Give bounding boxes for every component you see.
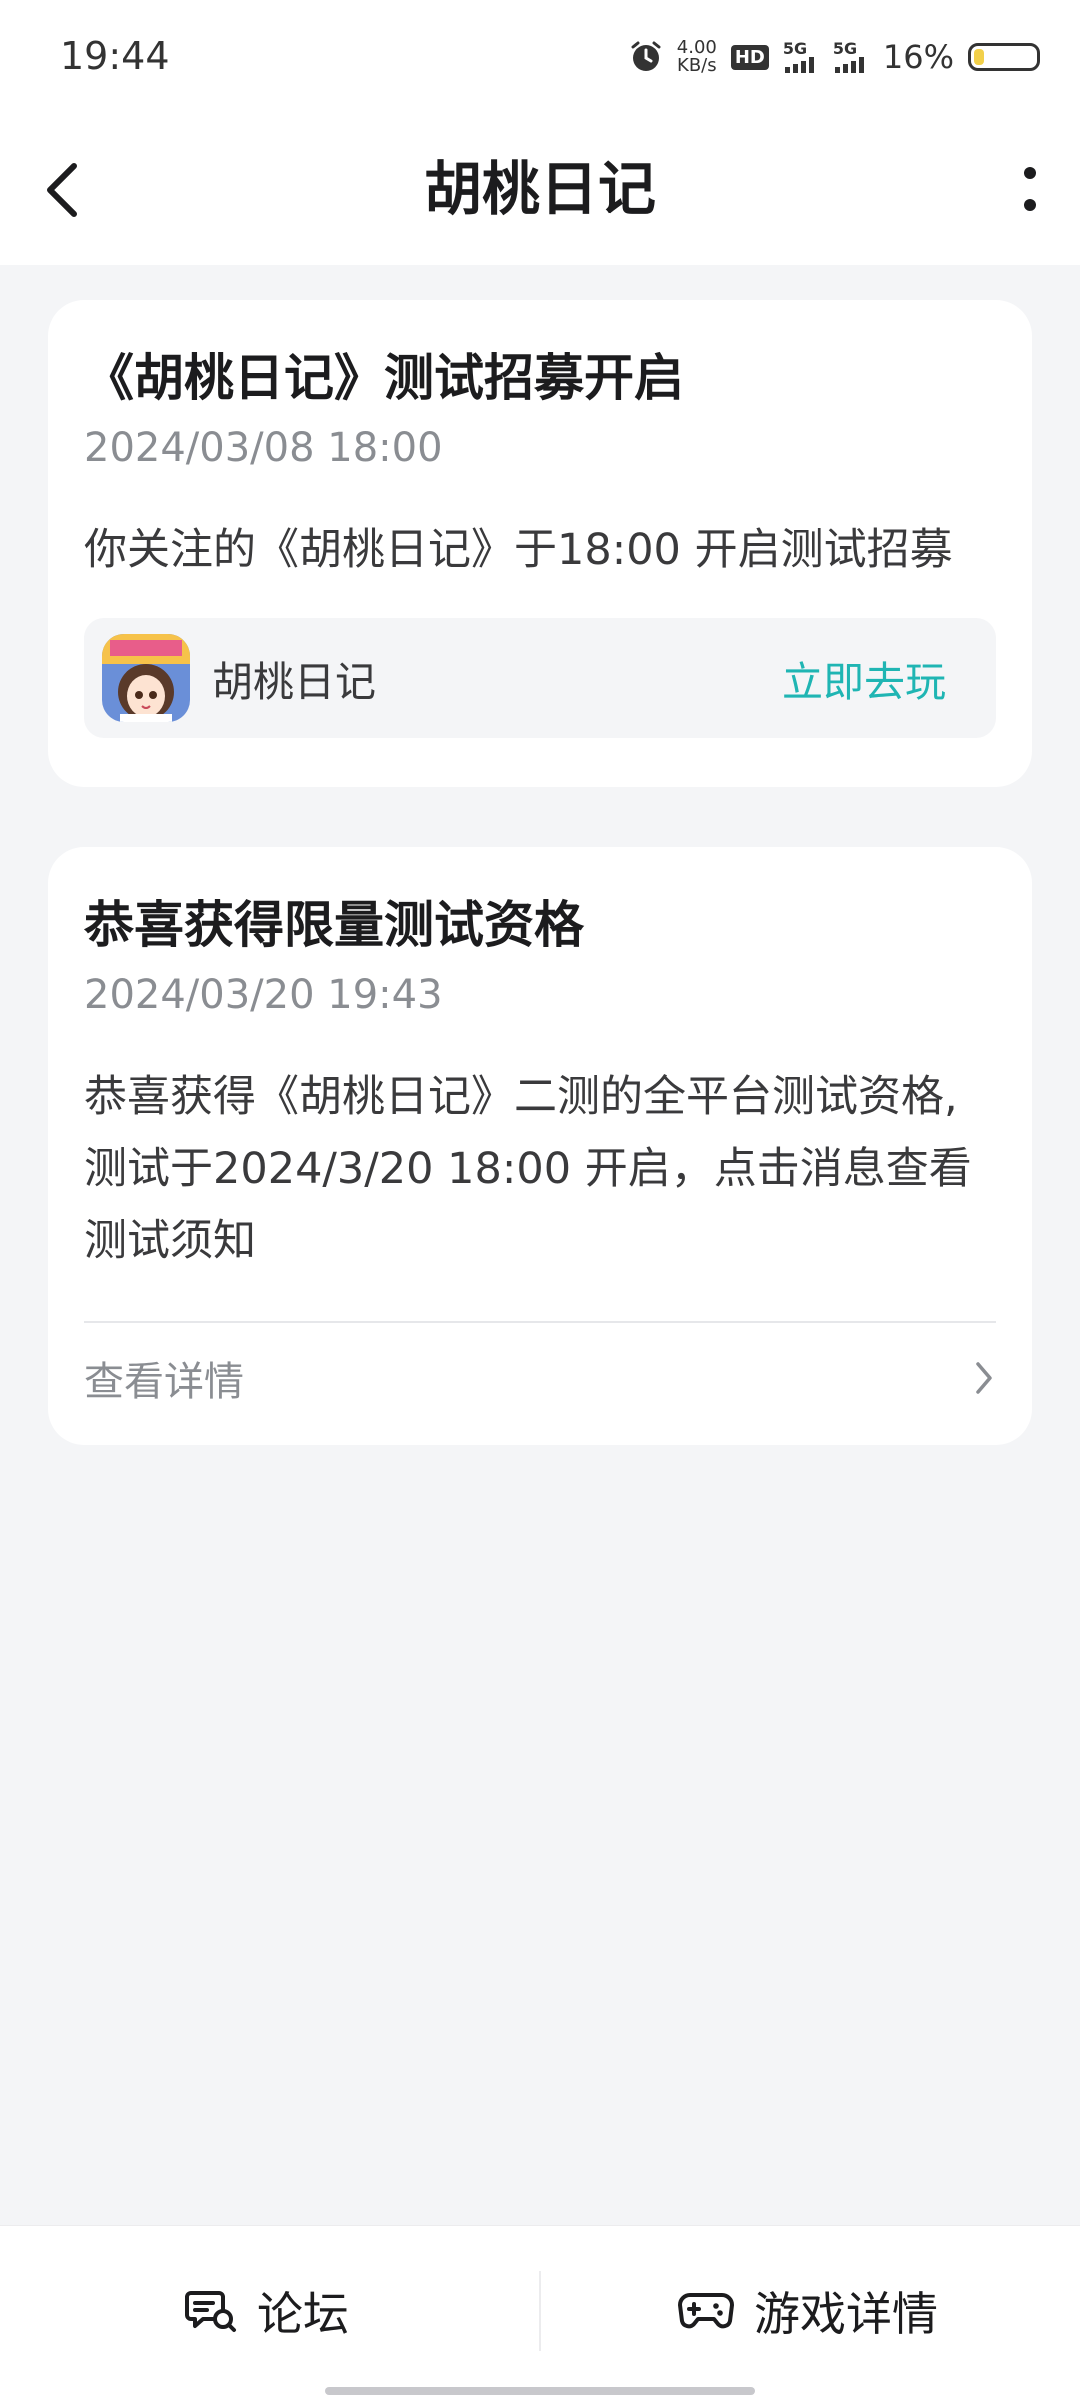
network-speed: 4.00 KB/s [677,39,717,75]
card-title: 恭喜获得限量测试资格 [84,896,584,954]
battery-fill [974,49,984,65]
game-details-label: 游戏详情 [754,2287,938,2341]
signal-sim1-icon: 5G [783,41,819,73]
game-name: 胡桃日记 [212,658,376,706]
card-body-text: 你关注的《胡桃日记》于18:00 开启测试招募 [84,525,953,575]
header-bar: 胡桃日记 [0,110,1080,265]
alarm-icon [629,40,663,74]
game-app-icon [102,634,190,722]
home-indicator[interactable] [325,2387,755,2395]
view-details-label: 查看详情 [84,1359,244,1405]
forum-chat-icon [185,2291,236,2332]
bottom-action-bar: 论坛 游戏详情 [0,2225,1080,2401]
game-entry-row[interactable]: 胡桃日记 立即去玩 [84,618,996,738]
forum-label: 论坛 [257,2287,349,2341]
battery-icon [968,43,1040,71]
view-details-link[interactable]: 查看详情 [84,1323,996,1433]
message-card-qualification[interactable]: 恭喜获得限量测试资格 2024/03/20 19:43 恭喜获得《胡桃日记》二测… [48,847,1032,1445]
more-options-button[interactable] [1000,150,1060,230]
page-title: 胡桃日记 [423,155,656,223]
game-details-tab[interactable]: 游戏详情 [678,2266,938,2356]
forum-tab[interactable]: 论坛 [185,2266,349,2356]
card-body-text: 恭喜获得《胡桃日记》二测的全平台测试资格,测试于2024/3/20 18:00 … [84,1072,972,1266]
card-title: 《胡桃日记》测试招募开启 [84,349,684,407]
more-vertical-icon [1024,167,1036,211]
battery-percent: 16% [882,38,954,76]
hd-label: HD [730,44,769,70]
status-bar: 19:44 4.00 KB/s HD 5G 5G 16% [0,0,1080,110]
tab-separator [539,2271,541,2351]
play-now-button[interactable]: 立即去玩 [782,648,946,708]
status-time: 19:44 [60,34,170,78]
hd-icon: HD [730,44,769,70]
message-card-recruitment[interactable]: 《胡桃日记》测试招募开启 2024/03/08 18:00 你关注的《胡桃日记》… [48,300,1032,787]
card-timestamp: 2024/03/08 18:00 [84,425,443,471]
card-timestamp: 2024/03/20 19:43 [84,972,443,1018]
network-speed-unit: KB/s [677,55,717,76]
chevron-right-icon [976,1362,992,1394]
gamepad-icon [678,2293,734,2329]
signal-sim2-label: 5G [832,39,858,58]
status-icons: 4.00 KB/s HD 5G 5G 16% [629,38,1040,76]
signal-sim1-label: 5G [782,39,808,58]
signal-sim2-icon: 5G [833,41,869,73]
